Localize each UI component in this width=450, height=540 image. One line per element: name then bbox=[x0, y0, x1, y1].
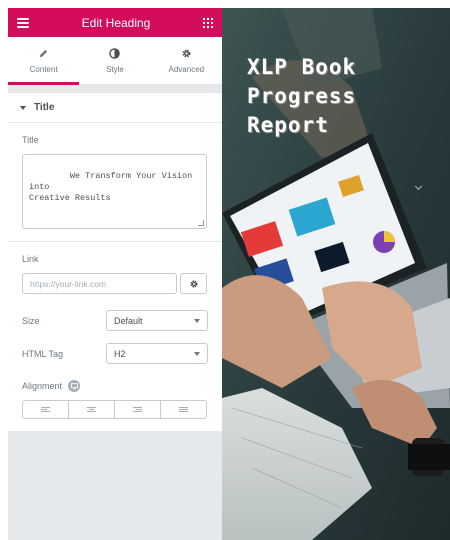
align-left-button[interactable] bbox=[23, 401, 69, 418]
gear-icon bbox=[189, 279, 198, 288]
editor-panel: Edit Heading Content Style Advanced Titl… bbox=[8, 8, 222, 540]
html-tag-field-label: HTML Tag bbox=[22, 348, 64, 359]
contrast-icon bbox=[109, 47, 121, 59]
align-right-button[interactable] bbox=[115, 401, 161, 418]
tab-content-label: Content bbox=[29, 64, 58, 74]
gear-icon bbox=[182, 49, 191, 57]
chevron-down-icon bbox=[194, 351, 200, 356]
section-title-toggle[interactable]: Title bbox=[8, 93, 222, 123]
tab-style[interactable]: Style bbox=[79, 37, 150, 84]
link-input-placeholder: https://your-link.com bbox=[30, 278, 107, 289]
align-left-icon bbox=[41, 407, 50, 412]
link-input[interactable]: https://your-link.com bbox=[22, 273, 177, 294]
size-select-value: Default bbox=[114, 315, 143, 326]
align-justify-icon bbox=[179, 407, 188, 412]
tab-content[interactable]: Content bbox=[8, 37, 80, 85]
link-options-button[interactable] bbox=[180, 273, 207, 294]
panel-tabs: Content Style Advanced bbox=[8, 37, 222, 85]
panel-title: Edit Heading bbox=[81, 15, 151, 30]
tab-style-label: Style bbox=[106, 64, 124, 74]
html-tag-select[interactable]: H2 bbox=[106, 343, 208, 364]
title-textarea-value: We Transform Your Vision into Creative R… bbox=[29, 171, 193, 203]
widgets-grid-icon[interactable] bbox=[203, 17, 213, 28]
preview-canvas[interactable]: XLP Book Progress Report bbox=[222, 8, 450, 540]
section-content: Title We Transform Your Vision into Crea… bbox=[8, 123, 222, 431]
hamburger-menu-icon[interactable] bbox=[17, 17, 29, 28]
preview-heading[interactable]: XLP Book Progress Report bbox=[247, 53, 437, 140]
pencil-icon bbox=[39, 49, 48, 57]
size-field-label: Size bbox=[22, 315, 40, 326]
align-center-icon bbox=[87, 407, 96, 412]
caret-down-icon bbox=[20, 105, 26, 110]
chevron-down-icon bbox=[194, 318, 200, 323]
align-center-button[interactable] bbox=[69, 401, 115, 418]
resize-handle-icon[interactable] bbox=[198, 220, 204, 226]
tab-advanced-label: Advanced bbox=[168, 64, 205, 74]
alignment-button-group bbox=[22, 400, 207, 419]
alignment-field-label: Alignment bbox=[22, 381, 63, 391]
title-field-label: Title bbox=[22, 135, 39, 145]
responsive-monitor-icon[interactable] bbox=[68, 380, 81, 392]
panel-header: Edit Heading bbox=[8, 8, 222, 37]
monitor-icon bbox=[70, 382, 78, 389]
title-textarea[interactable]: We Transform Your Vision into Creative R… bbox=[22, 154, 207, 229]
html-tag-select-value: H2 bbox=[114, 348, 126, 359]
align-right-icon bbox=[133, 407, 142, 412]
section-title-label: Title bbox=[34, 102, 55, 113]
tab-advanced[interactable]: Advanced bbox=[151, 37, 222, 84]
link-field-label: Link bbox=[22, 254, 39, 264]
size-select[interactable]: Default bbox=[106, 310, 208, 331]
align-justify-button[interactable] bbox=[161, 401, 206, 418]
